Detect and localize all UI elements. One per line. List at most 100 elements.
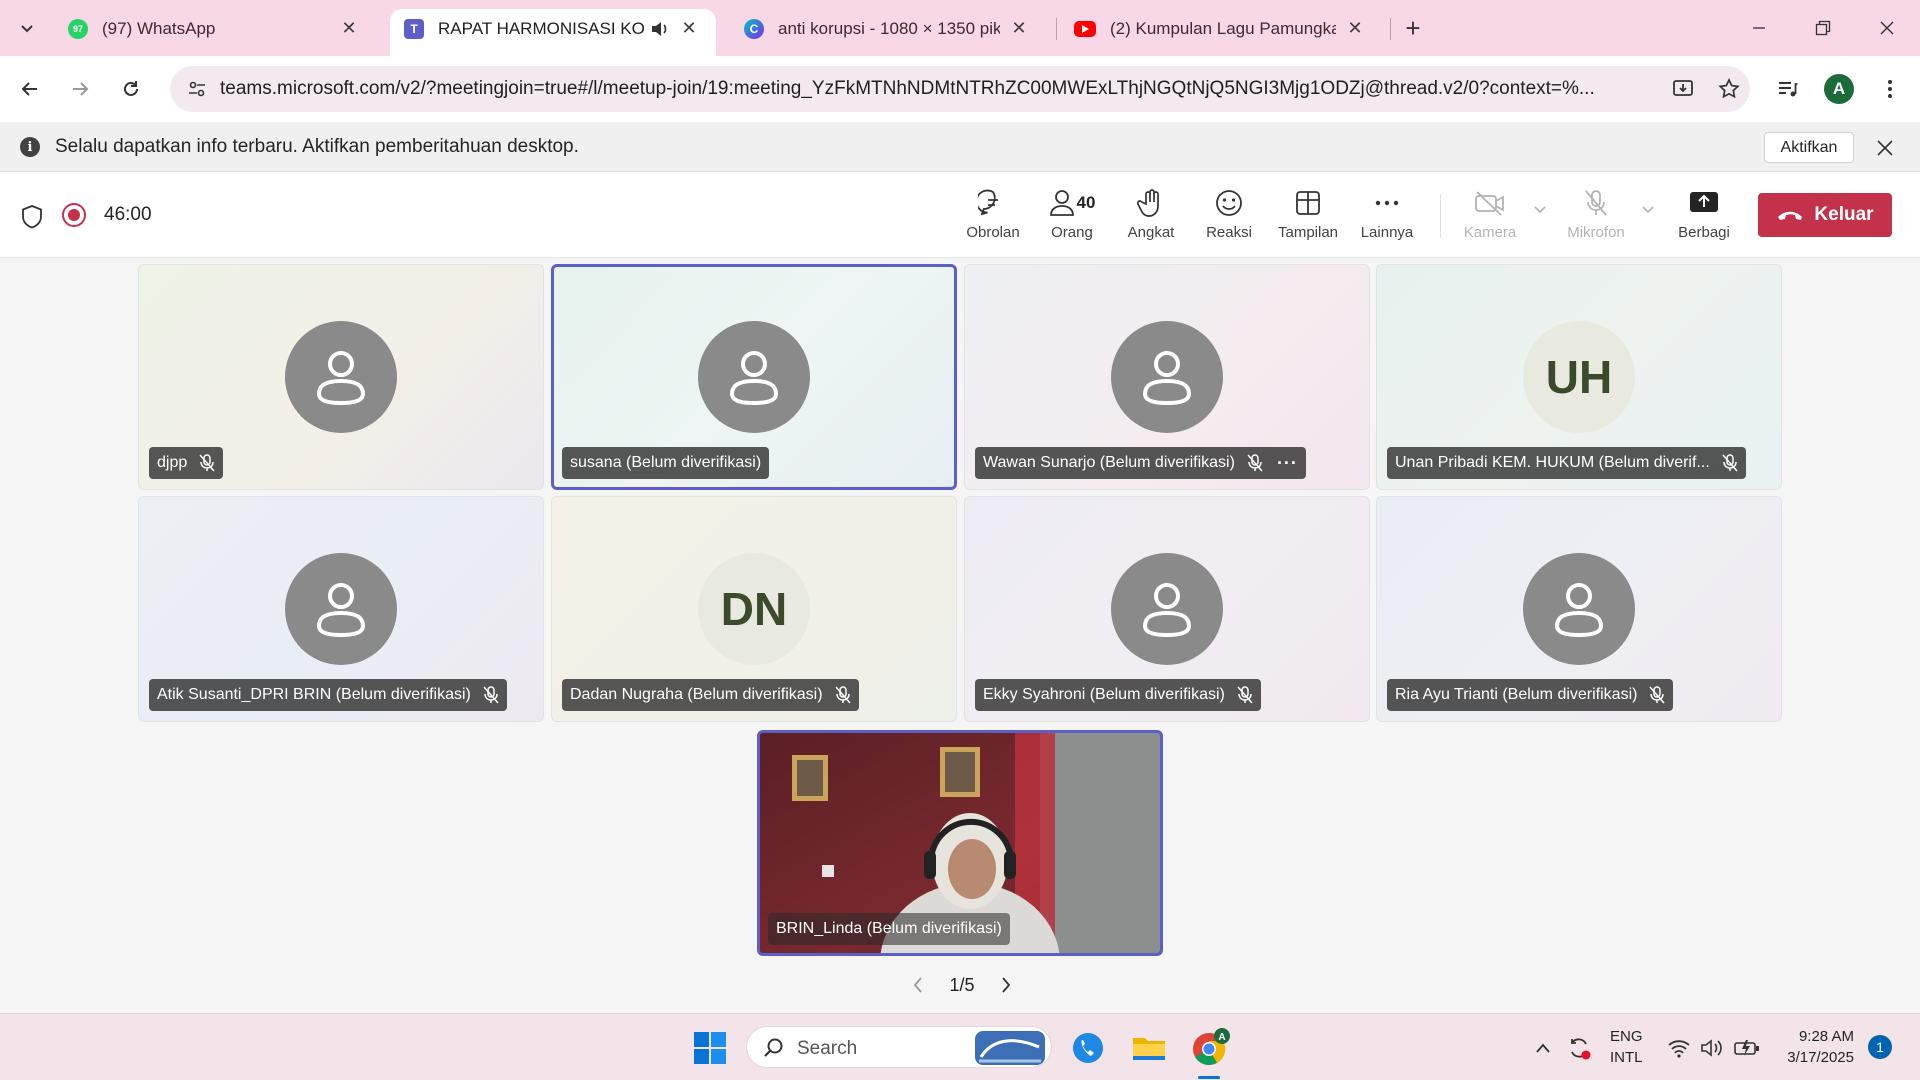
wifi-button[interactable] — [1664, 1014, 1694, 1080]
recording-indicator-icon[interactable] — [62, 203, 86, 227]
forward-button[interactable] — [62, 71, 98, 107]
bookmark-button[interactable] — [1714, 74, 1744, 104]
participant-tile[interactable]: DN Dadan Nugraha (Belum diverifikasi) — [551, 496, 957, 722]
notification-count-badge[interactable]: 1 — [1868, 1035, 1892, 1059]
arrow-right-icon — [73, 82, 89, 96]
tab-teams-meeting[interactable]: T RAPAT HARMONISASI KON ✕ — [390, 9, 716, 56]
browser-menu-button[interactable] — [1872, 71, 1908, 107]
address-bar[interactable]: teams.microsoft.com/v2/?meetingjoin=true… — [170, 66, 1750, 112]
install-icon — [1673, 80, 1693, 96]
input-language[interactable]: ENG INTL — [1610, 1026, 1643, 1068]
speaker-icon[interactable] — [650, 20, 670, 38]
kebab-menu-icon — [1888, 80, 1892, 98]
taskbar-app-file-explorer[interactable] — [1127, 1026, 1171, 1070]
camera-button[interactable]: Kamera — [1460, 186, 1520, 248]
share-button[interactable]: Berbagi — [1672, 186, 1736, 248]
person-icon — [316, 583, 366, 638]
tab-whatsapp[interactable]: 97 (97) WhatsApp ✕ — [54, 9, 376, 56]
system-clock[interactable]: 9:28 AM 3/17/2025 — [1774, 1026, 1854, 1068]
sync-status-button[interactable] — [1564, 1014, 1594, 1080]
avatar — [1111, 321, 1223, 433]
react-button[interactable]: Reaksi — [1198, 186, 1260, 248]
tab-youtube[interactable]: (2) Kumpulan Lagu Pamungkas ✕ — [1060, 9, 1382, 56]
page-indicator: 1/5 — [949, 974, 975, 995]
tab-canva[interactable]: C anti korupsi - 1080 × 1350 piks ✕ — [730, 9, 1046, 56]
participant-name: Ekky Syahroni (Belum diverifikasi) — [983, 686, 1225, 703]
browser-toolbar: teams.microsoft.com/v2/?meetingjoin=true… — [0, 56, 1920, 122]
microphone-button[interactable]: Mikrofon — [1564, 186, 1628, 248]
battery-button[interactable] — [1731, 1014, 1763, 1080]
participant-tile[interactable]: djpp — [138, 264, 544, 490]
tab-close-icon[interactable]: ✕ — [1344, 18, 1366, 40]
tab-separator — [1056, 18, 1057, 40]
more-actions-button[interactable]: Lainnya — [1356, 186, 1418, 248]
folder-icon — [1133, 1038, 1165, 1060]
dismiss-banner-button[interactable] — [1872, 135, 1898, 161]
search-placeholder: Search — [797, 1038, 858, 1059]
participant-more-button[interactable]: ··· — [1277, 453, 1298, 474]
tab-close-icon[interactable]: ✕ — [678, 18, 700, 40]
taskbar-search[interactable]: Search — [746, 1026, 1052, 1068]
tab-close-icon[interactable]: ✕ — [1008, 18, 1030, 40]
show-hidden-icons-button[interactable] — [1530, 1014, 1556, 1080]
meeting-timer: 46:00 — [104, 204, 152, 225]
reload-button[interactable] — [113, 71, 149, 107]
close-window-button[interactable] — [1855, 0, 1919, 56]
start-button[interactable] — [688, 1026, 732, 1070]
participant-name: djpp — [157, 454, 188, 471]
participant-name: Dadan Nugraha (Belum diverifikasi) — [570, 686, 823, 703]
participant-tile[interactable]: Ria Ayu Trianti (Belum diverifikasi) — [1376, 496, 1782, 722]
leave-meeting-button[interactable]: Keluar — [1758, 193, 1892, 237]
taskbar-app-phone-link[interactable] — [1066, 1026, 1110, 1070]
install-app-button[interactable] — [1668, 74, 1698, 104]
volume-button[interactable] — [1697, 1014, 1727, 1080]
mic-muted-icon — [199, 454, 215, 472]
windows-logo-icon — [694, 1032, 726, 1064]
tab-separator — [1390, 18, 1391, 40]
participant-tile[interactable]: Ekky Syahroni (Belum diverifikasi) — [964, 496, 1370, 722]
taskbar-app-chrome[interactable]: A — [1188, 1026, 1232, 1070]
restore-button[interactable] — [1791, 0, 1855, 56]
view-button[interactable]: Tampilan — [1272, 186, 1344, 248]
meeting-stage: djpp susana (Belum diverifikasi) Wawan S… — [0, 258, 1920, 1013]
mic-off-icon — [1585, 190, 1607, 216]
tab-title: (97) WhatsApp — [102, 18, 216, 38]
participant-tile[interactable]: susana (Belum diverifikasi) — [551, 264, 957, 490]
notification-banner: i Selalu dapatkan info terbaru. Aktifkan… — [0, 122, 1920, 172]
people-button[interactable]: 40 Orang — [1040, 186, 1104, 248]
person-icon — [1554, 583, 1604, 638]
participant-video-tile[interactable]: BRIN_Linda (Belum diverifikasi) — [757, 730, 1163, 956]
mic-muted-icon — [1722, 454, 1738, 472]
mic-muted-icon — [1649, 686, 1666, 704]
media-control-button[interactable] — [1770, 71, 1806, 107]
mic-options-button[interactable] — [1636, 202, 1660, 264]
participant-tile[interactable]: Atik Susanti_DPRI BRIN (Belum diverifika… — [138, 496, 544, 722]
participant-tile[interactable]: Wawan Sunarjo (Belum diverifikasi) ··· — [964, 264, 1370, 490]
participant-tile[interactable]: UH Unan Pribadi KEM. HUKUM (Belum diveri… — [1376, 264, 1782, 490]
site-info-button[interactable] — [182, 74, 212, 104]
chevron-left-icon[interactable] — [912, 976, 924, 994]
minimize-button[interactable] — [1727, 0, 1791, 56]
chat-icon — [978, 189, 998, 216]
tab-title: RAPAT HARMONISASI KON — [438, 18, 644, 38]
participant-nameplate: Dadan Nugraha (Belum diverifikasi) — [562, 679, 859, 711]
chevron-down-icon — [21, 25, 33, 33]
share-screen-icon — [1690, 192, 1718, 212]
back-button[interactable] — [12, 71, 48, 107]
svg-text:A: A — [1218, 1032, 1225, 1043]
chat-button[interactable]: Obrolan — [960, 186, 1026, 248]
chevron-down-icon — [1534, 206, 1546, 214]
profile-avatar[interactable]: A — [1824, 74, 1854, 104]
new-tab-button[interactable]: + — [1396, 12, 1430, 44]
minimize-icon — [1753, 27, 1765, 29]
tab-close-icon[interactable]: ✕ — [338, 18, 360, 40]
tab-search-button[interactable] — [10, 12, 44, 44]
chevron-right-icon[interactable] — [1000, 976, 1012, 994]
mic-muted-icon — [834, 686, 851, 704]
sync-icon — [1571, 1037, 1591, 1059]
wifi-icon — [1668, 1039, 1690, 1058]
shield-icon[interactable] — [20, 204, 44, 230]
camera-options-button[interactable] — [1528, 202, 1552, 264]
enable-notifications-button[interactable]: Aktifkan — [1764, 132, 1854, 163]
raise-hand-button[interactable]: Angkat — [1120, 186, 1182, 248]
